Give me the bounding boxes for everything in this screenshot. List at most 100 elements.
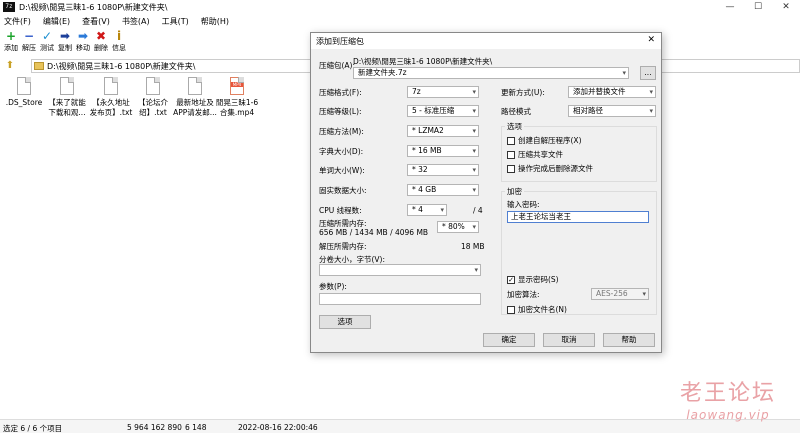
menu-file[interactable]: 文件(F)	[4, 16, 31, 27]
info-button[interactable]: i 信息	[110, 29, 128, 57]
menu-help[interactable]: 帮助(H)	[201, 16, 229, 27]
dialog-titlebar: 添加到压缩包 ✕	[311, 33, 661, 49]
file-name-line2: 合集.mp4	[219, 108, 255, 117]
close-window-button[interactable]: ✕	[772, 0, 800, 14]
menu-view[interactable]: 查看(V)	[82, 16, 110, 27]
file-item[interactable]: 【论坛介 绍】.txt	[131, 77, 175, 118]
move-button[interactable]: ➡ 移动	[74, 29, 92, 57]
copy-icon: ➡	[59, 29, 71, 43]
menu-tools[interactable]: 工具(T)	[162, 16, 189, 27]
options-button[interactable]: 选项	[319, 315, 371, 329]
encrypt-filenames-checkbox[interactable]: 加密文件名(N)	[507, 304, 567, 315]
ok-button[interactable]: 确定	[483, 333, 535, 347]
split-volume-label: 分卷大小，字节(V):	[319, 255, 386, 264]
file-item[interactable]: 最新地址及 APP请发邮...	[173, 77, 217, 118]
file-item[interactable]: .DS_Store	[2, 77, 46, 108]
chevron-down-icon: ▾	[474, 266, 478, 274]
parameters-input[interactable]	[319, 293, 481, 305]
level-combo[interactable]: 5 - 标准压缩 ▾	[407, 105, 479, 117]
file-icon	[60, 77, 74, 95]
menu-bookmarks[interactable]: 书签(A)	[122, 16, 150, 27]
split-volume-combo[interactable]: ▾	[319, 264, 481, 276]
menu-edit[interactable]: 编辑(E)	[43, 16, 70, 27]
address-path: D:\视频\閒晃三昧1-6 1080P\新建文件夹\	[46, 61, 196, 71]
test-icon: ✓	[41, 29, 53, 43]
word-size-combo[interactable]: * 32 ▾	[407, 164, 479, 176]
cpu-threads-total: / 4	[473, 206, 483, 215]
format-label: 压缩格式(F):	[319, 88, 362, 97]
file-item[interactable]: MP4 閒晃三昧1-6 合集.mp4	[215, 77, 259, 118]
maximize-button[interactable]: ☐	[744, 0, 772, 14]
format-combo[interactable]: 7z ▾	[407, 86, 479, 98]
options-group-title: 选项	[505, 121, 524, 132]
update-mode-label: 更新方式(U):	[501, 88, 545, 97]
archive-path: D:\视频\閒晃三昧1-6 1080P\新建文件夹\	[353, 57, 493, 66]
test-button[interactable]: ✓ 测试	[38, 29, 56, 57]
watermark-title: 老王论坛	[679, 381, 776, 406]
solid-size-label: 固实数据大小:	[319, 186, 367, 195]
file-icon	[146, 77, 160, 95]
level-label: 压缩等级(L):	[319, 107, 362, 116]
password-input[interactable]: 上老王论坛当老王	[507, 211, 649, 223]
encryption-method-combo[interactable]: AES-256 ▾	[591, 288, 649, 300]
cpu-threads-label: CPU 线程数:	[319, 206, 362, 215]
cancel-button[interactable]: 取消	[543, 333, 595, 347]
minimize-button[interactable]: —	[716, 0, 744, 14]
file-name: 【永久地址	[92, 98, 130, 107]
path-mode-combo[interactable]: 相对路径 ▾	[568, 105, 656, 117]
delete-button[interactable]: ✖ 删除	[92, 29, 110, 57]
file-name-line2: 下载和观...	[48, 108, 86, 117]
app-icon: 7z	[3, 2, 15, 12]
dialog-title: 添加到压缩包	[316, 36, 364, 46]
compress-shared-checkbox[interactable]: 压缩共享文件	[507, 149, 563, 160]
close-icon[interactable]: ✕	[647, 35, 655, 45]
extract-button[interactable]: − 解压	[20, 29, 38, 57]
dictionary-label: 字典大小(D):	[319, 147, 364, 156]
decompress-memory-label: 解压所需内存:	[319, 242, 367, 251]
move-icon: ➡	[77, 29, 89, 43]
encryption-method-label: 加密算法:	[507, 290, 540, 299]
watermark-url: laowang.vip	[686, 408, 770, 422]
folder-up-icon[interactable]: ⬆	[3, 59, 17, 73]
chevron-down-icon: ▾	[472, 147, 476, 155]
add-label: 添加	[4, 44, 18, 52]
info-label: 信息	[112, 44, 126, 52]
method-combo[interactable]: * LZMA2 ▾	[407, 125, 479, 137]
dictionary-combo[interactable]: * 16 MB ▾	[407, 145, 479, 157]
file-item[interactable]: 【永久地址 发布页】.txt	[89, 77, 133, 118]
decompress-memory-value: 18 MB	[461, 242, 485, 251]
chevron-down-icon: ▾	[472, 186, 476, 194]
chevron-down-icon: ▾	[472, 223, 476, 231]
copy-button[interactable]: ➡ 复制	[56, 29, 74, 57]
delete-icon: ✖	[95, 29, 107, 43]
method-label: 压缩方法(M):	[319, 127, 364, 136]
update-mode-combo[interactable]: 添加并替换文件 ▾	[568, 86, 656, 98]
folder-icon	[33, 62, 44, 70]
memory-usage-combo[interactable]: * 80% ▾	[437, 221, 479, 233]
browse-button[interactable]: ...	[640, 66, 656, 80]
window-title: D:\视频\閒晃三昧1-6 1080P\新建文件夹\	[19, 2, 168, 12]
file-name-line2: 发布页】.txt	[89, 108, 133, 117]
status-date: 2022-08-16 22:00:46	[238, 423, 318, 432]
chevron-down-icon: ▾	[472, 127, 476, 135]
memory-detail: 656 MB / 1434 MB / 4096 MB	[319, 228, 429, 237]
extract-label: 解压	[22, 44, 36, 52]
create-sfx-checkbox[interactable]: 创建自解压程序(X)	[507, 135, 582, 146]
file-icon	[104, 77, 118, 95]
chevron-down-icon: ▾	[472, 166, 476, 174]
cpu-threads-combo[interactable]: * 4 ▾	[407, 204, 447, 216]
help-button[interactable]: 帮助	[603, 333, 655, 347]
show-password-checkbox[interactable]: ✓ 显示密码(S)	[507, 274, 559, 285]
solid-size-combo[interactable]: * 4 GB ▾	[407, 184, 479, 196]
delete-after-checkbox[interactable]: 操作完成后删除源文件	[507, 163, 593, 174]
add-button[interactable]: + 添加	[2, 29, 20, 57]
file-item[interactable]: 【来了就能 下载和观...	[45, 77, 89, 118]
archive-name-combo[interactable]: 新建文件夹.7z ▾	[353, 67, 629, 79]
test-label: 测试	[40, 44, 54, 52]
add-to-archive-dialog: 添加到压缩包 ✕ 压缩包(A): D:\视频\閒晃三昧1-6 1080P\新建文…	[310, 32, 662, 353]
watermark: 老王论坛 laowang.vip	[668, 381, 788, 423]
window-titlebar: 7z D:\视频\閒晃三昧1-6 1080P\新建文件夹\ — ☐ ✕	[0, 0, 800, 14]
file-name: 【来了就能	[48, 98, 86, 107]
file-icon	[188, 77, 202, 95]
word-size-label: 单词大小(W):	[319, 166, 365, 175]
